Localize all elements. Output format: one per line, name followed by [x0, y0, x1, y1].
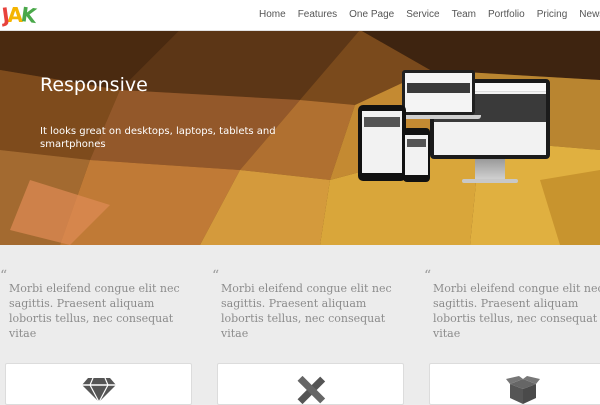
laptop-base: [396, 115, 481, 119]
tablet-screen: [362, 111, 402, 173]
logo-letter-k: K: [19, 2, 39, 28]
testimonial-3: “ Morbi eleifend congue elit nec sagitti…: [424, 268, 600, 341]
feature-card-2[interactable]: [217, 363, 404, 405]
testimonial-1: “ Morbi eleifend congue elit nec sagitti…: [0, 268, 180, 341]
feature-card-1[interactable]: [5, 363, 192, 405]
main-nav: Home Features One Page Service Team Port…: [259, 0, 600, 30]
hero-subtitle: It looks great on desktops, laptops, tab…: [40, 126, 276, 150]
nav-item-portfolio[interactable]: Portfolio: [488, 0, 525, 30]
monitor-stand: [475, 159, 505, 179]
site-logo[interactable]: J A K: [0, 2, 44, 28]
laptop-screen: [405, 73, 472, 112]
nav-item-news[interactable]: News: [579, 0, 600, 30]
phone-screen: [405, 135, 428, 175]
testimonial-text: Morbi eleifend congue elit nec sagittis.…: [221, 282, 392, 340]
nav-item-pricing[interactable]: Pricing: [537, 0, 568, 30]
nav-item-one-page[interactable]: One Page: [349, 0, 394, 30]
phone-screen-banner: [407, 139, 426, 147]
diamond-icon: [81, 377, 116, 402]
tablet-image: [358, 105, 406, 181]
top-navbar: J A K Home Features One Page Service Tea…: [0, 0, 600, 31]
phone-image: [403, 128, 430, 182]
nav-item-features[interactable]: Features: [298, 0, 337, 30]
nav-item-team[interactable]: Team: [452, 0, 476, 30]
nav-item-service[interactable]: Service: [406, 0, 439, 30]
nav-item-home[interactable]: Home: [259, 0, 286, 30]
testimonial-text: Morbi eleifend congue elit nec sagittis.…: [433, 282, 600, 340]
laptop-screen-banner: [407, 83, 470, 93]
tablet-screen-banner: [364, 117, 400, 127]
quote-mark-icon: “: [212, 268, 220, 284]
quote-mark-icon: “: [0, 268, 8, 284]
testimonial-2: “ Morbi eleifend congue elit nec sagitti…: [212, 268, 392, 341]
hero-title: Responsive: [40, 74, 148, 96]
testimonial-text: Morbi eleifend congue elit nec sagittis.…: [9, 282, 180, 340]
laptop-image: [402, 70, 475, 115]
monitor-base: [462, 179, 518, 183]
feature-card-3[interactable]: [429, 363, 600, 405]
quote-mark-icon: “: [424, 268, 432, 284]
